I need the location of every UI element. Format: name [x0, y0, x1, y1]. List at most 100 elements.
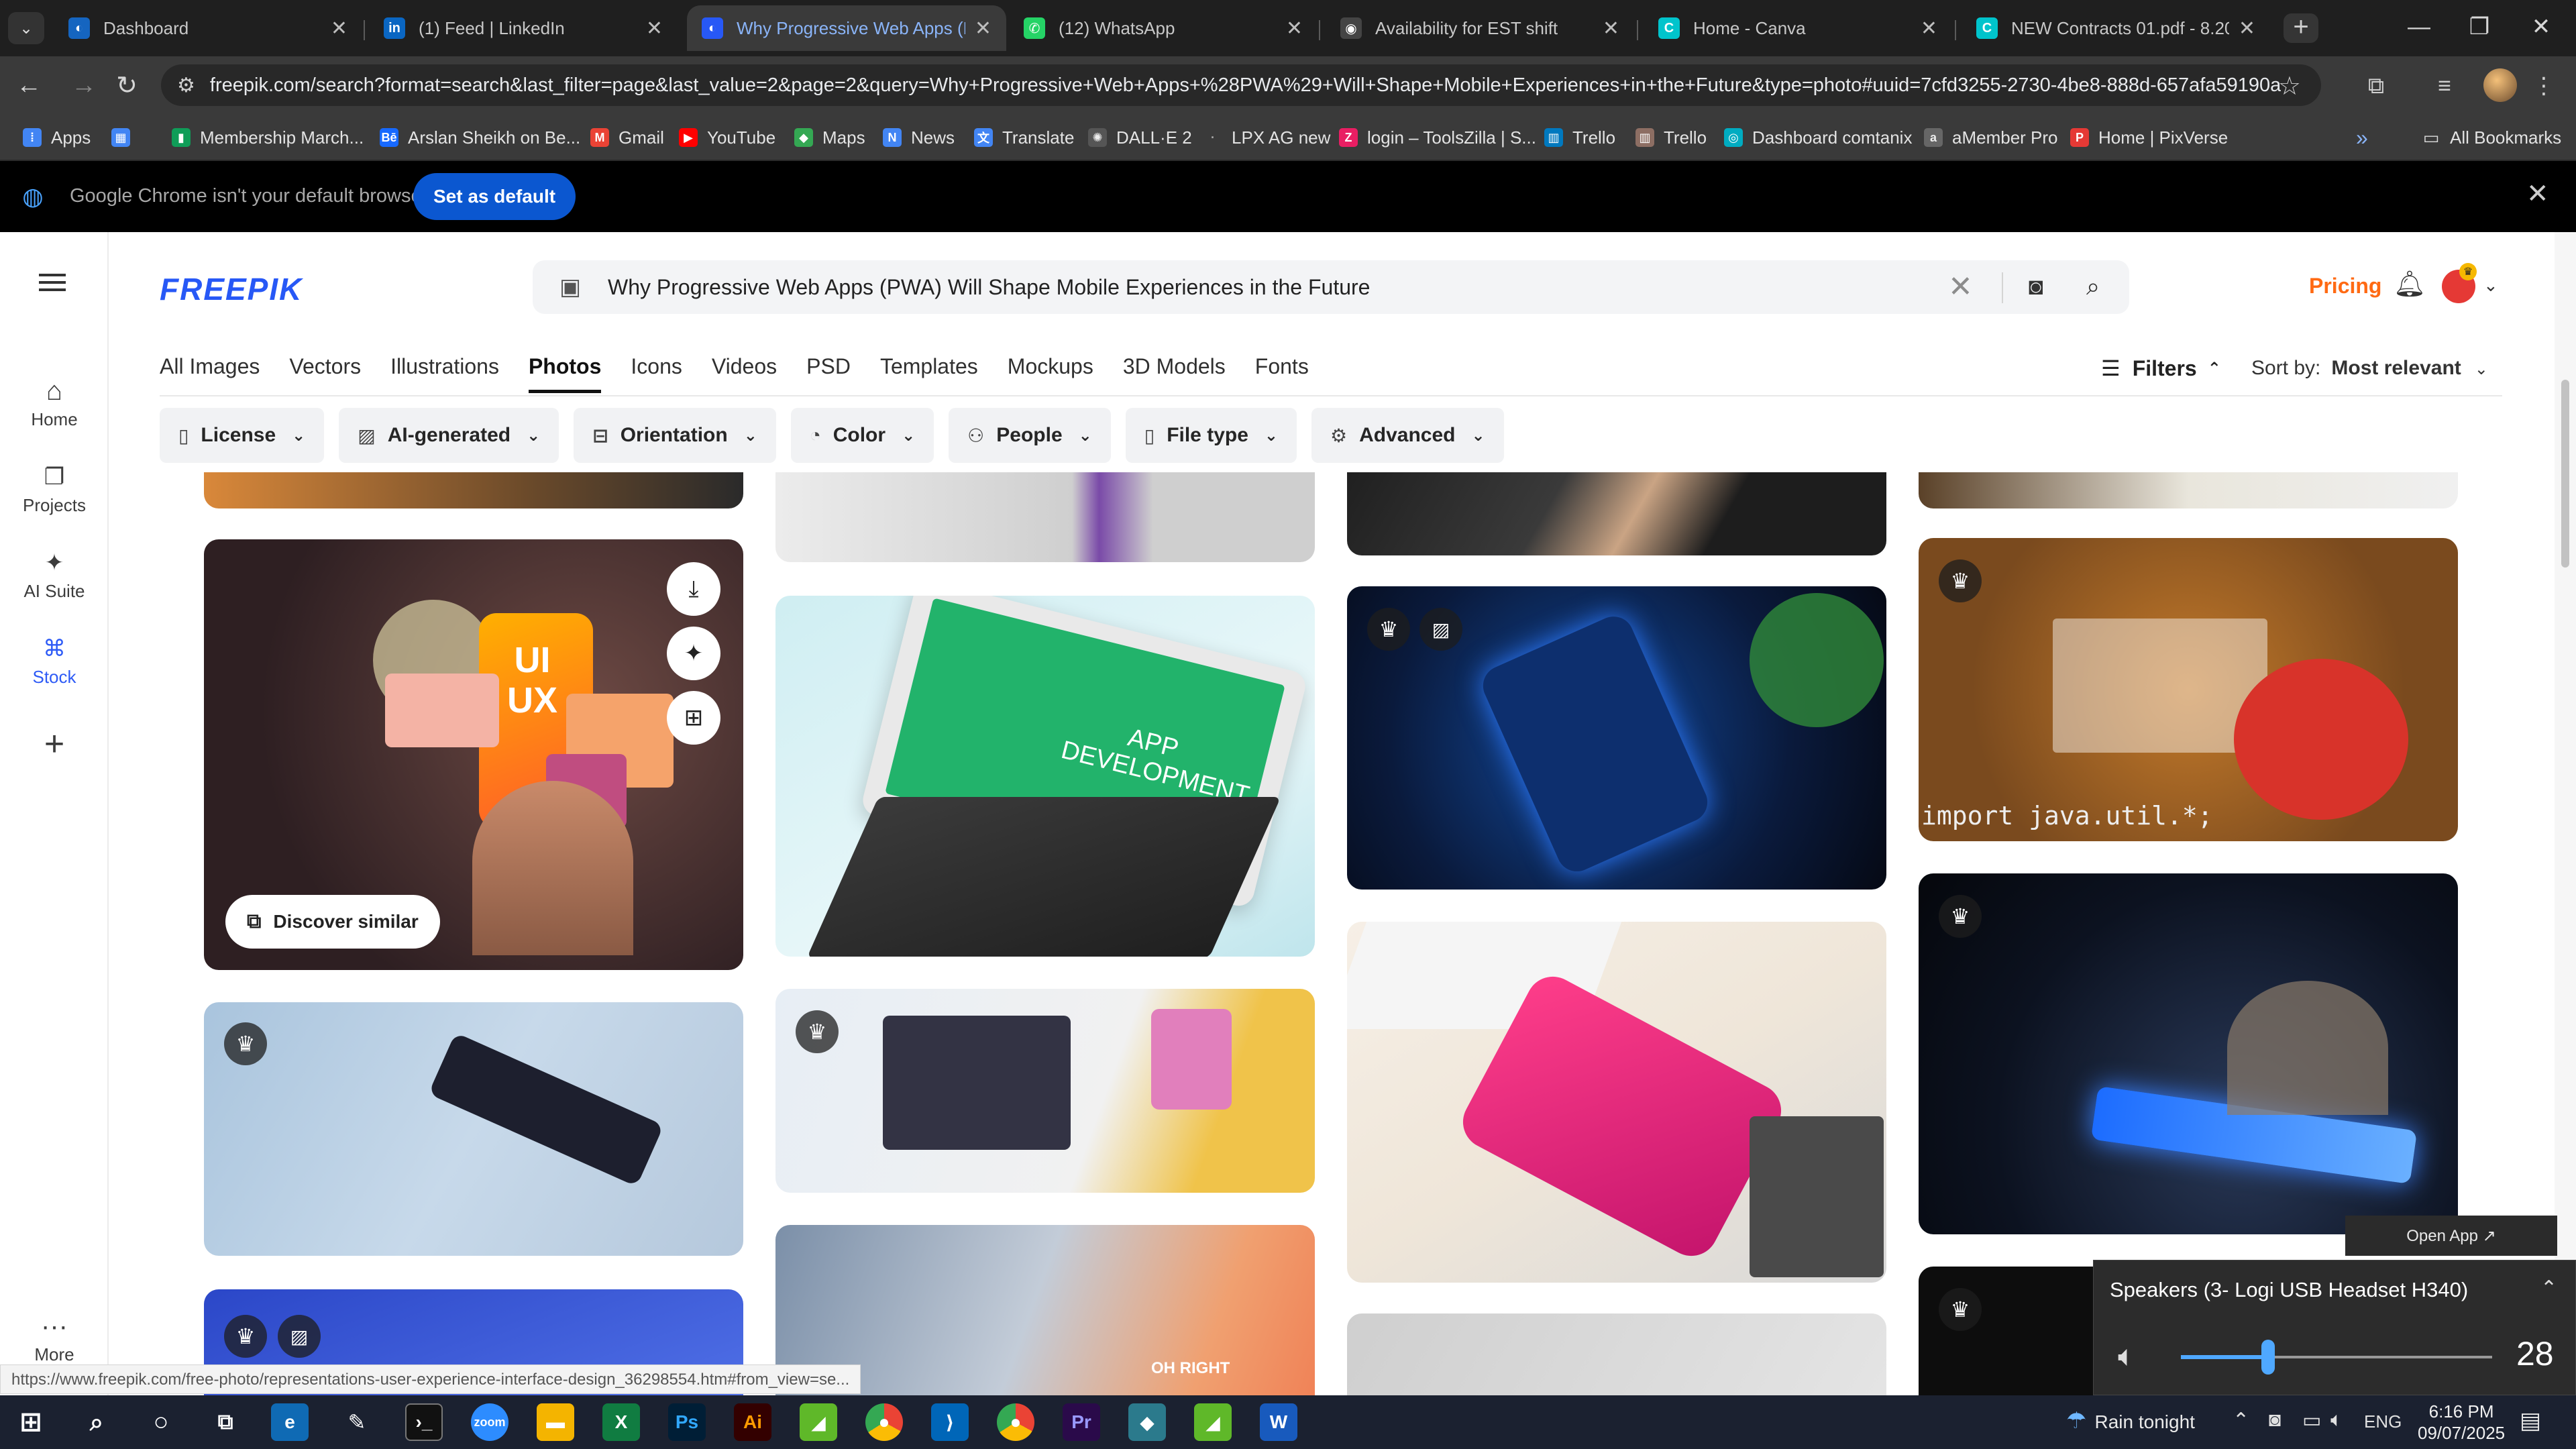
filter-license[interactable]: ▯ License ⌄	[160, 408, 325, 463]
tab-availability[interactable]: ◉ Availability for EST shift ✕	[1326, 5, 1634, 51]
tab-dashboard[interactable]: ◐ Dashboard ✕	[54, 5, 362, 51]
tab-all-images[interactable]: All Images	[160, 353, 260, 393]
result-card-pink-phone[interactable]	[1347, 922, 1886, 1283]
tab-canva-home[interactable]: C Home - Canva ✕	[1644, 5, 1952, 51]
result-card-phone-hands[interactable]: ♛	[204, 1002, 743, 1256]
tab-videos[interactable]: Videos	[712, 353, 777, 393]
new-tab-button[interactable]: +	[2284, 13, 2318, 43]
result-card[interactable]	[1347, 1313, 1886, 1395]
search-input[interactable]: ▣ Why Progressive Web Apps (PWA) Will Sh…	[533, 260, 2129, 314]
search-icon[interactable]: ⌕	[2086, 272, 2100, 301]
tab-canva-contracts[interactable]: C NEW Contracts 01.pdf - 8.208 ✕	[1962, 5, 2270, 51]
task-view-icon[interactable]: ⧉	[207, 1403, 244, 1441]
close-icon[interactable]: ✕	[646, 17, 663, 40]
tab-illustrations[interactable]: Illustrations	[390, 353, 499, 393]
tab-photos[interactable]: Photos	[528, 353, 602, 393]
tab-psd[interactable]: PSD	[806, 353, 851, 393]
bookmark-dalle[interactable]: ✺ DALL·E 2	[1088, 122, 1192, 153]
result-card[interactable]	[1919, 472, 2458, 508]
tab-linkedin[interactable]: in (1) Feed | LinkedIn ✕	[369, 5, 678, 51]
result-card-ui-ux[interactable]: UI UX ⤓ ✦ ⊞ ⧉ Discover similar	[204, 539, 743, 970]
close-icon[interactable]: ✕	[2239, 17, 2255, 40]
site-info-icon[interactable]: ⚙	[177, 74, 195, 97]
filter-orientation[interactable]: ⊟ Orientation ⌄	[574, 408, 776, 463]
weather-widget[interactable]: ☂ Rain tonight	[2066, 1407, 2195, 1434]
vscode-icon[interactable]: ⟩	[931, 1403, 969, 1441]
bookmark-amember[interactable]: a aMember Pro	[1924, 122, 2058, 153]
more-bookmarks-chevron-icon[interactable]: »	[2356, 122, 2368, 153]
word-icon[interactable]: W	[1260, 1403, 1297, 1441]
address-bar[interactable]: ⚙ freepik.com/search?format=search&last_…	[161, 64, 2321, 106]
edit-ai-icon[interactable]: ✦	[667, 627, 720, 680]
bookmark-maps[interactable]: ◆ Maps	[794, 122, 865, 153]
extensions-icon[interactable]: ⧉	[2361, 71, 2391, 101]
cortana-icon[interactable]: ○	[142, 1403, 180, 1441]
pricing-link[interactable]: Pricing	[2309, 274, 2381, 299]
result-card[interactable]	[204, 472, 743, 508]
minimize-button[interactable]: —	[2392, 7, 2446, 47]
bookmark-pixverse[interactable]: P Home | PixVerse	[2070, 122, 2228, 153]
app-green-icon[interactable]: ◢	[800, 1403, 837, 1441]
file-explorer-icon[interactable]: ▬	[537, 1403, 574, 1441]
page-scrollbar[interactable]	[2555, 232, 2576, 1395]
result-card-dark-phone[interactable]: ♛	[1919, 873, 2458, 1234]
bookmark-behance[interactable]: Bē Arslan Sheikh on Be...	[380, 122, 580, 153]
filter-advanced[interactable]: ⚙ Advanced ⌄	[1311, 408, 1504, 463]
tab-3d-models[interactable]: 3D Models	[1123, 353, 1226, 393]
system-clock[interactable]: 6:16 PM 09/07/2025	[2418, 1401, 2505, 1444]
discover-similar-button[interactable]: ⧉ Discover similar	[225, 895, 440, 949]
language-indicator[interactable]: ENG	[2364, 1411, 2402, 1432]
open-app-button[interactable]: Open App ↗	[2345, 1216, 2557, 1256]
bookmark-translate[interactable]: 文 Translate	[974, 122, 1074, 153]
tab-whatsapp[interactable]: ✆ (12) WhatsApp ✕	[1009, 5, 1318, 51]
download-icon[interactable]: ⤓	[667, 562, 720, 616]
filter-people[interactable]: ⚇ People ⌄	[949, 408, 1111, 463]
notification-bell-icon[interactable]: 🔔︎	[2394, 270, 2426, 299]
close-icon[interactable]: ✕	[975, 17, 991, 40]
tab-freepik-search[interactable]: ◐ Why Progressive Web Apps (PWA ✕	[687, 5, 1006, 51]
edge-icon[interactable]: e	[271, 1403, 309, 1441]
pen-icon[interactable]: ✎	[338, 1403, 376, 1441]
tab-fonts[interactable]: Fonts	[1255, 353, 1309, 393]
close-icon[interactable]: ✕	[1921, 17, 1937, 40]
filter-ai-generated[interactable]: ▨ AI-generated ⌄	[339, 408, 559, 463]
chevron-up-icon[interactable]: ⌃	[2540, 1277, 2557, 1300]
forward-button[interactable]: →	[67, 68, 101, 102]
chevron-up-icon[interactable]: ⌃	[2233, 1409, 2249, 1432]
bookmark-apps[interactable]: ⁞ Apps	[23, 122, 91, 153]
bookmark-trello-2[interactable]: ▥ Trello	[1635, 122, 1707, 153]
audio-device-label[interactable]: Speakers (3- Logi USB Headset H340)	[2110, 1278, 2468, 1302]
bookmark-toolszilla[interactable]: Z login – ToolsZilla | S...	[1339, 122, 1536, 153]
profile-avatar[interactable]	[2483, 68, 2517, 102]
bookmark-comtanix[interactable]: ◎ Dashboard comtanix	[1724, 122, 1912, 153]
speaker-icon[interactable]: 🔈︎	[2118, 1340, 2135, 1373]
close-icon[interactable]: ✕	[1286, 17, 1303, 40]
filter-file-type[interactable]: ▯ File type ⌄	[1125, 408, 1297, 463]
close-icon[interactable]: ✕	[1603, 17, 1619, 40]
terminal-icon[interactable]: ›_	[405, 1403, 443, 1441]
menu-hamburger-icon[interactable]	[39, 274, 66, 291]
all-bookmarks-button[interactable]: ▭ All Bookmarks	[2422, 122, 2561, 153]
tab-search-button[interactable]: ⌄	[8, 12, 44, 44]
search-icon[interactable]: ⌕	[78, 1403, 115, 1441]
volume-icon[interactable]: 🔈︎	[2330, 1409, 2343, 1432]
premiere-icon[interactable]: Pr	[1063, 1403, 1100, 1441]
network-icon[interactable]: ▭	[2302, 1409, 2321, 1432]
scrollbar-thumb[interactable]	[2561, 380, 2569, 568]
back-button[interactable]: ←	[12, 68, 46, 102]
chrome-profile-icon[interactable]: ●	[997, 1403, 1034, 1441]
meet-now-icon[interactable]: ◙	[2269, 1409, 2281, 1432]
chrome-menu-icon[interactable]: ⋮	[2529, 71, 2559, 101]
result-card[interactable]	[775, 472, 1315, 562]
bookmark-gmail[interactable]: M Gmail	[590, 122, 664, 153]
app-teal-icon[interactable]: ◆	[1128, 1403, 1166, 1441]
result-card-team-table[interactable]: ♛ import java.util.*;	[1919, 538, 2458, 841]
illustrator-icon[interactable]: Ai	[734, 1403, 771, 1441]
tab-templates[interactable]: Templates	[880, 353, 978, 393]
close-window-button[interactable]: ✕	[2514, 7, 2568, 47]
tab-icons[interactable]: Icons	[631, 353, 682, 393]
result-card-phone-tree[interactable]: ♛ ▨	[1347, 586, 1886, 890]
result-card[interactable]	[1347, 472, 1886, 555]
tab-mockups[interactable]: Mockups	[1008, 353, 1093, 393]
close-icon[interactable]: ✕	[331, 17, 347, 40]
